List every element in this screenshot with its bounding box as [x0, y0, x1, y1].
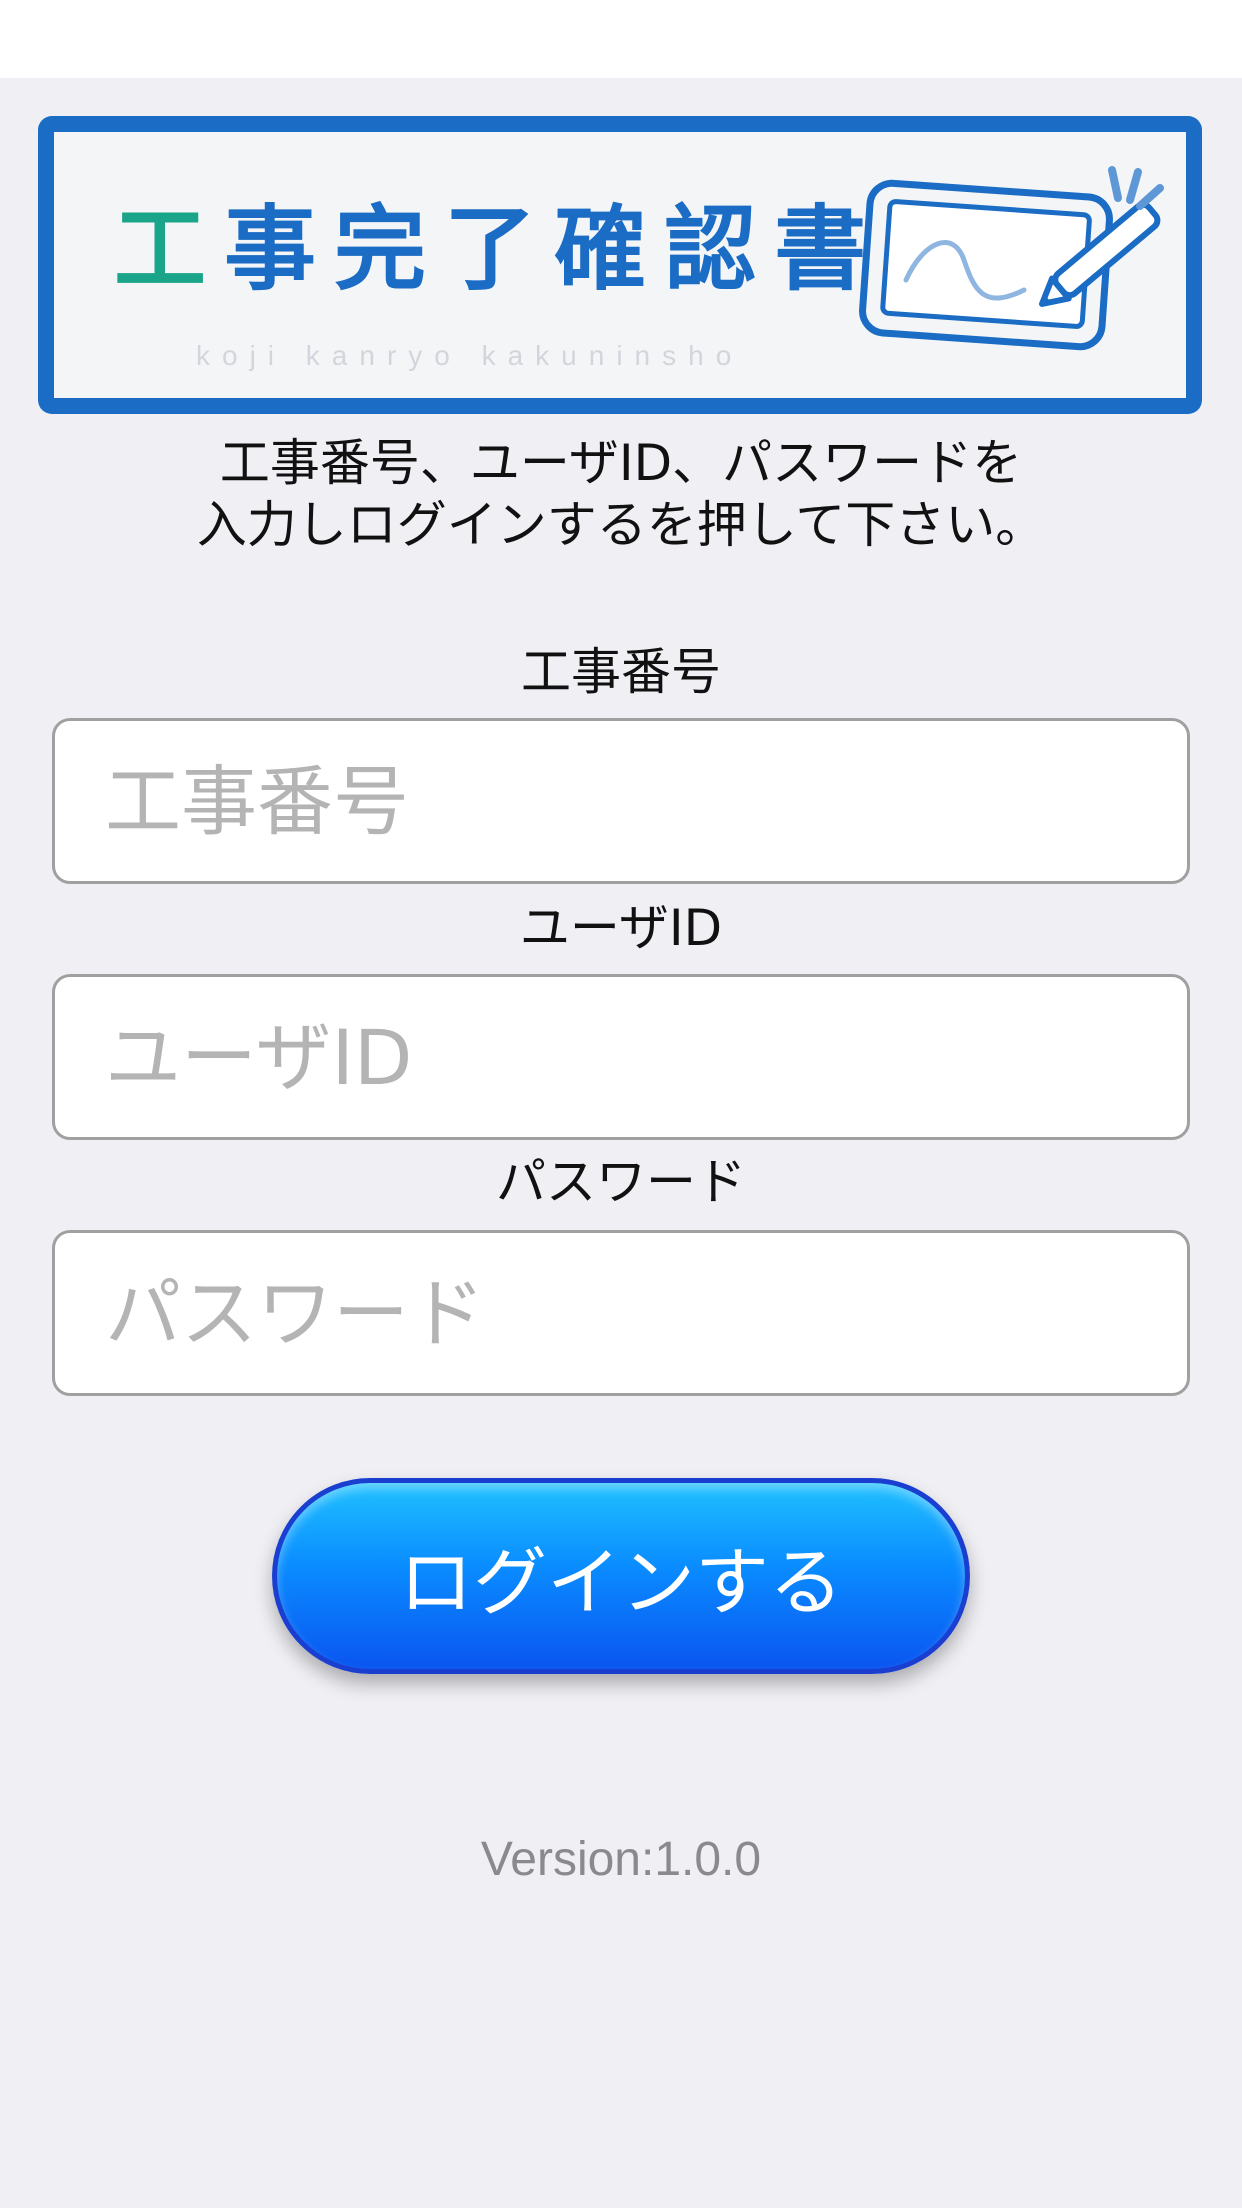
login-button[interactable]: ログインする	[272, 1478, 970, 1674]
app-banner: 工事完了確認書 koji kanryo kakuninsho	[38, 116, 1202, 414]
banner-title-char: 工	[114, 196, 225, 303]
banner-title-char: 了	[444, 196, 555, 303]
banner-title: 工事完了確認書	[114, 204, 884, 296]
instruction-line-2: 入力しログインするを押して下さい。	[196, 496, 1046, 554]
banner-title-char: 認	[664, 196, 775, 303]
banner-title-char: 確	[554, 196, 665, 303]
user-id-label: ユーザID	[519, 899, 723, 957]
construction-number-label: 工事番号	[521, 643, 721, 701]
banner-title-char: 完	[334, 196, 445, 303]
password-label: パスワード	[496, 1153, 746, 1211]
user-id-input[interactable]	[52, 974, 1190, 1140]
instruction-line-1: 工事番号、ユーザID、パスワードを	[219, 434, 1023, 492]
tablet-stylus-icon	[859, 166, 1164, 351]
banner-subtitle: koji kanryo kakuninsho	[196, 340, 744, 371]
banner-title-char: 事	[224, 196, 335, 303]
status-bar	[0, 0, 1242, 78]
construction-number-input[interactable]	[52, 718, 1190, 884]
instruction-text: 工事番号、ユーザID、パスワードを 入力しログインするを押して下さい。	[0, 432, 1242, 556]
version-text: Version:1.0.0	[480, 1833, 762, 1886]
password-input[interactable]	[52, 1230, 1190, 1396]
